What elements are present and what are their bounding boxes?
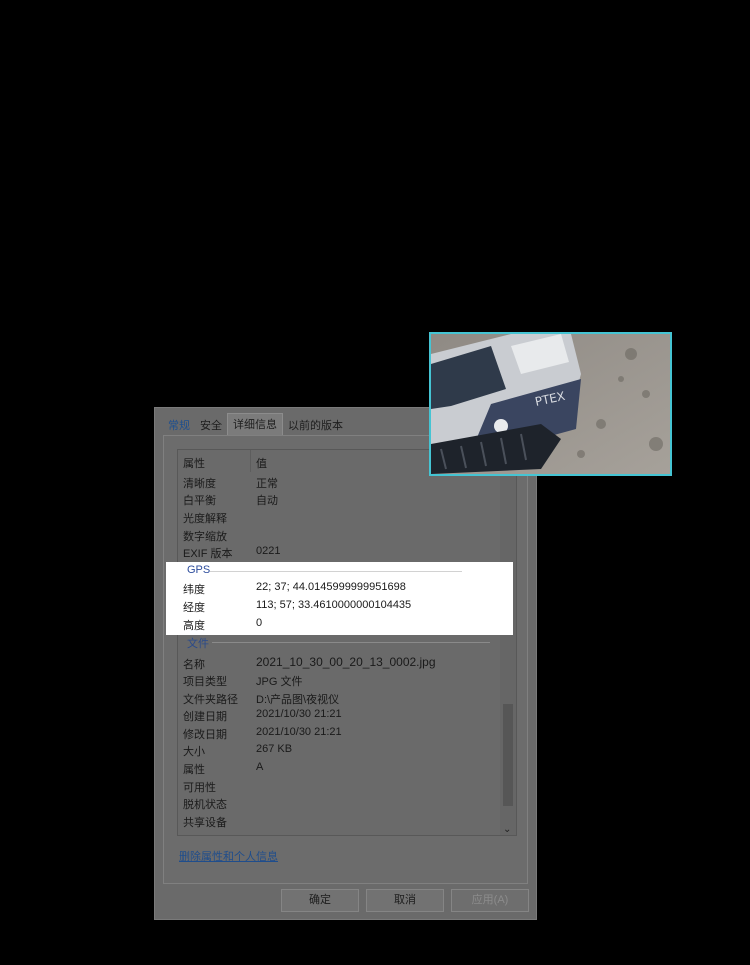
property-name: 纬度 xyxy=(183,584,205,596)
details-panel: 属性 值 清晰度 正常 白平衡 自动 光度解释 数字缩放 EXIF 版本 0221 文… xyxy=(163,435,528,884)
list-item[interactable]: 脱机状态 xyxy=(178,794,498,811)
property-name: 属性 xyxy=(183,764,205,776)
photo-thumbnail: PTEX xyxy=(429,332,672,476)
group-header-file: 文件 xyxy=(178,633,498,650)
property-name: 白平衡 xyxy=(183,495,216,507)
property-name: 名称 xyxy=(183,659,205,671)
property-value: D:\产品图\夜视仪 xyxy=(256,694,340,706)
list-item[interactable]: 修改日期 2021/10/30 21:21 xyxy=(178,724,498,741)
tab-general[interactable]: 常规 xyxy=(163,416,195,436)
vertical-scrollbar[interactable]: ⌄ xyxy=(500,450,516,835)
list-item[interactable]: 名称 2021_10_30_00_20_13_0002.jpg xyxy=(178,654,498,671)
vehicle-photo: PTEX xyxy=(431,334,670,474)
scrollbar-thumb[interactable] xyxy=(503,704,513,806)
list-item[interactable]: 光度解释 xyxy=(178,508,498,525)
column-header-value[interactable]: 值 xyxy=(256,455,267,471)
property-value: 自动 xyxy=(256,495,278,507)
property-name: 清晰度 xyxy=(183,478,216,490)
property-value: 113; 57; 33.4610000000104435 xyxy=(256,599,412,611)
property-name: 修改日期 xyxy=(183,729,227,741)
tab-bar: 常规 安全 详细信息 以前的版本 xyxy=(163,413,348,437)
list-item[interactable]: 数字缩放 xyxy=(178,526,498,543)
apply-button[interactable]: 应用(A) xyxy=(451,889,529,912)
property-name: 共享设备 xyxy=(183,817,227,829)
group-divider xyxy=(210,571,462,572)
property-value: 2021/10/30 21:21 xyxy=(256,726,342,738)
remove-properties-link[interactable]: 删除属性和个人信息 xyxy=(179,848,278,864)
property-list[interactable]: 属性 值 清晰度 正常 白平衡 自动 光度解释 数字缩放 EXIF 版本 0221 文… xyxy=(177,449,517,836)
list-item[interactable]: 共享设备 xyxy=(178,812,498,829)
list-item[interactable]: 项目类型 JPG 文件 xyxy=(178,671,498,688)
property-value: 0221 xyxy=(256,545,281,557)
tab-security[interactable]: 安全 xyxy=(195,416,227,436)
list-item[interactable]: 创建日期 2021/10/30 21:21 xyxy=(178,706,498,723)
list-item[interactable]: 可用性 xyxy=(178,777,498,794)
column-divider[interactable] xyxy=(250,450,251,472)
property-name: 经度 xyxy=(183,602,205,614)
property-value: JPG 文件 xyxy=(256,676,303,688)
list-item[interactable]: EXIF 版本 0221 xyxy=(178,543,498,560)
list-item[interactable]: 白平衡 自动 xyxy=(178,490,498,507)
property-value: 正常 xyxy=(256,478,278,490)
list-item[interactable]: 大小 267 KB xyxy=(178,741,498,758)
property-name: 文件夹路径 xyxy=(183,694,238,706)
property-value: 267 KB xyxy=(256,743,293,755)
property-value: A xyxy=(256,761,264,773)
property-name: EXIF 版本 xyxy=(183,548,233,560)
gps-highlight: GPS 纬度 22; 37; 44.0145999999951698 经度 113;… xyxy=(166,562,513,635)
list-item[interactable]: 属性 A xyxy=(178,759,498,776)
group-label: GPS xyxy=(187,564,211,576)
property-name: 可用性 xyxy=(183,782,216,794)
list-item[interactable]: 文件夹路径 D:\产品图\夜视仪 xyxy=(178,689,498,706)
group-divider xyxy=(212,642,490,643)
tab-previous-versions[interactable]: 以前的版本 xyxy=(283,416,348,436)
column-header-property[interactable]: 属性 xyxy=(183,455,205,471)
group-label: 文件 xyxy=(187,638,209,650)
tab-details[interactable]: 详细信息 xyxy=(227,413,283,437)
list-item[interactable]: 高度 0 xyxy=(166,615,506,632)
ok-button[interactable]: 确定 xyxy=(281,889,359,912)
property-name: 创建日期 xyxy=(183,711,227,723)
cancel-button[interactable]: 取消 xyxy=(366,889,444,912)
chevron-down-icon[interactable]: ⌄ xyxy=(503,824,511,835)
list-item[interactable]: 纬度 22; 37; 44.0145999999951698 xyxy=(166,579,506,596)
property-name: 数字缩放 xyxy=(183,531,227,543)
property-name: 项目类型 xyxy=(183,676,227,688)
property-value: 0 xyxy=(256,617,263,629)
property-name: 脱机状态 xyxy=(183,799,227,811)
property-value: 2021/10/30 21:21 xyxy=(256,708,342,720)
properties-dialog: 常规 安全 详细信息 以前的版本 属性 值 清晰度 正常 白平衡 自动 光度解释 数… xyxy=(154,407,537,920)
property-value: 22; 37; 44.0145999999951698 xyxy=(256,581,406,593)
list-item[interactable]: 经度 113; 57; 33.4610000000104435 xyxy=(166,597,506,614)
property-value: 2021_10_30_00_20_13_0002.jpg xyxy=(256,655,436,669)
group-header-gps: GPS xyxy=(166,562,486,579)
property-name: 大小 xyxy=(183,746,205,758)
property-name: 光度解释 xyxy=(183,513,227,525)
property-name: 高度 xyxy=(183,620,205,632)
